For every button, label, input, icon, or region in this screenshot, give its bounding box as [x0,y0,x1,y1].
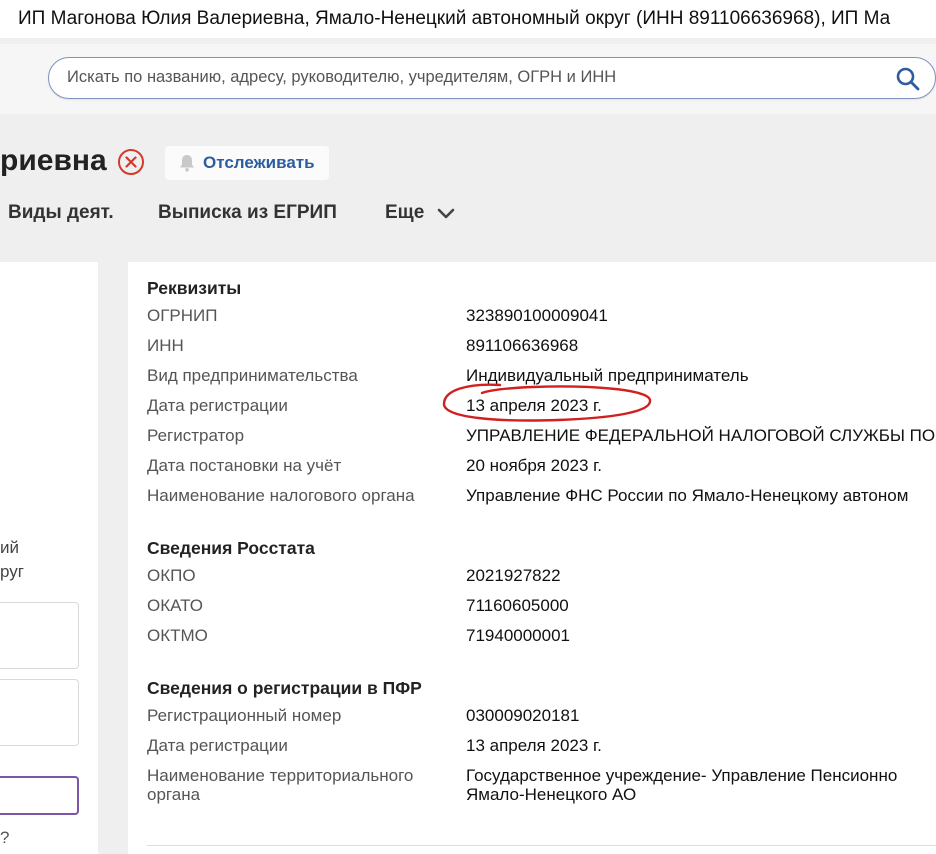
label-business-type: Вид предпринимательства [147,366,358,385]
search-input[interactable] [67,58,887,97]
value-okpo: 2021927822 [466,566,561,585]
value-oktmo: 71940000001 [466,626,571,645]
chevron-down-icon[interactable] [436,205,456,223]
left-input-2[interactable] [0,679,79,746]
bell-icon [180,155,194,172]
label-tax-authority: Наименование налогового органа [147,486,415,505]
page-title: риевна [0,144,107,177]
value-registration-date: 13 апреля 2023 г. [466,396,602,415]
label-oktmo: ОКТМО [147,626,208,645]
label-pfr-reg-number: Регистрационный номер [147,706,342,725]
value-territorial-body[interactable]: Государственное учреждение- Управление П… [466,766,897,786]
left-panel-text: ий руг [0,536,24,584]
label-territorial-body: Наименование территориального [147,766,414,785]
label-territorial-body-line2: органа [147,785,201,804]
value-tax-authority[interactable]: Управление ФНС России по Ямало-Ненецкому… [466,486,908,506]
label-registrar: Регистратор [147,426,245,445]
search-icon[interactable] [895,66,921,92]
value-tax-registration-date: 20 ноября 2023 г. [466,456,602,475]
left-input-active[interactable] [0,776,79,815]
search-box[interactable] [48,57,936,99]
value-pfr-reg-date: 13 апреля 2023 г. [466,736,602,755]
value-territorial-body-line2[interactable]: Ямало-Ненецкого АО [466,785,636,805]
left-panel-line2: руг [0,562,24,581]
window-title: ИП Магонова Юлия Валериевна, Ямало-Ненец… [0,0,936,38]
label-inn: ИНН [147,336,184,355]
label-registration-date: Дата регистрации [147,396,288,415]
value-okato: 71160605000 [466,596,569,615]
follow-button[interactable]: Отслеживать [165,146,329,180]
section-requisites-title: Реквизиты [147,278,242,298]
section-rosstat-title: Сведения Росстата [147,538,315,558]
label-okpo: ОКПО [147,566,196,585]
left-panel-line1: ий [0,538,19,557]
section-pfr-title: Сведения о регистрации в ПФР [147,678,422,698]
value-registrar[interactable]: УПРАВЛЕНИЕ ФЕДЕРАЛЬНОЙ НАЛОГОВОЙ СЛУЖБЫ … [466,426,935,446]
tab-more[interactable]: Еще [385,202,424,224]
search-bar [0,44,936,114]
label-ogrnip: ОГРНИП [147,306,218,325]
value-business-type: Индивидуальный предприниматель [466,366,749,385]
value-ogrnip: 323890100009041 [466,306,608,325]
close-icon[interactable] [117,148,145,176]
left-input-1[interactable] [0,602,79,669]
label-okato: ОКАТО [147,596,203,615]
follow-label: Отслеживать [203,153,315,172]
value-pfr-reg-number: 030009020181 [466,706,580,725]
section-divider [147,845,936,846]
tab-egrip-extract[interactable]: Выписка из ЕГРИП [158,202,337,224]
label-pfr-reg-date: Дата регистрации [147,736,288,755]
value-inn: 891106636968 [466,336,579,355]
tab-activities[interactable]: Виды деят. [8,202,114,224]
entity-header [0,114,936,244]
help-question[interactable]: ? [0,828,9,848]
label-tax-registration-date: Дата постановки на учёт [147,456,342,475]
